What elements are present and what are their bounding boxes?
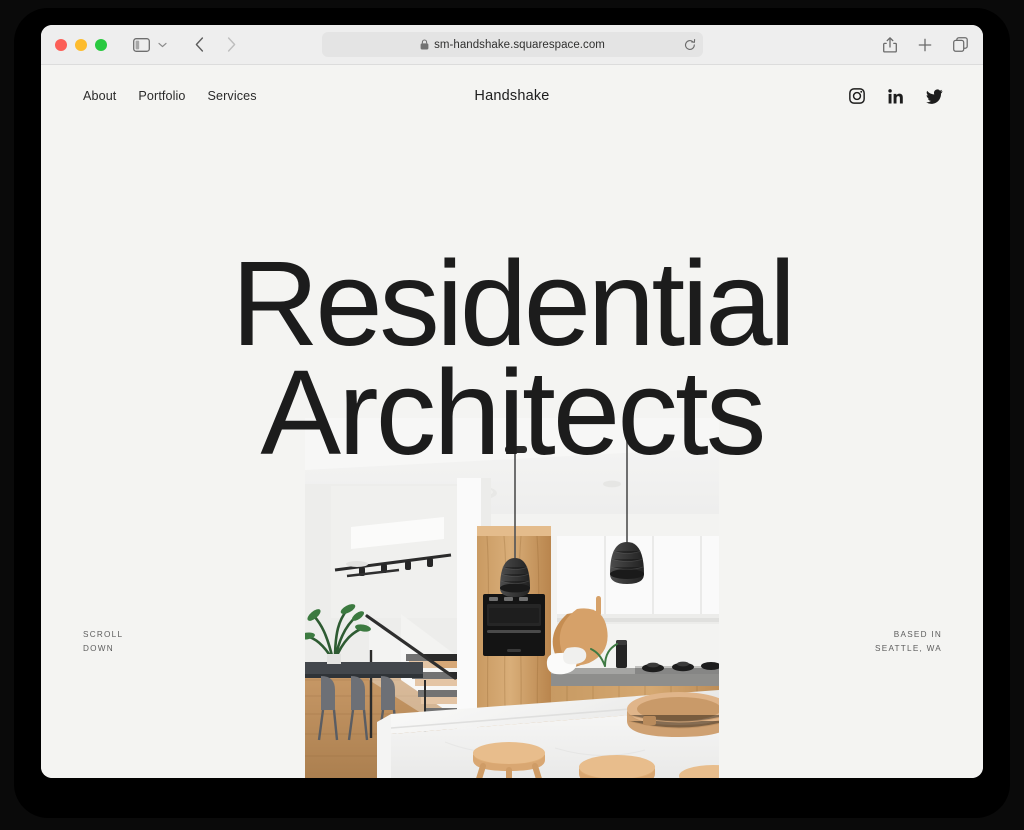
share-icon[interactable] (877, 32, 903, 58)
linkedin-icon[interactable] (888, 88, 903, 104)
device-frame: sm-handshake.squarespace.com About Portf… (0, 0, 1024, 830)
instagram-icon[interactable] (849, 88, 865, 104)
fullscreen-window-button[interactable] (95, 38, 107, 51)
sidebar-icon[interactable] (128, 32, 154, 58)
scroll-down-caption: SCROLL DOWN (83, 628, 123, 655)
location-caption: BASED IN SEATTLE, WA (875, 628, 942, 655)
site-logo-title[interactable]: Handshake (41, 88, 983, 104)
reload-icon[interactable] (684, 38, 696, 51)
scroll-caption-line-2: DOWN (83, 643, 114, 653)
scroll-caption-line-1: SCROLL (83, 630, 124, 639)
toolbar-left-controls (107, 32, 244, 58)
window-traffic-lights (55, 38, 107, 51)
url-text: sm-handshake.squarespace.com (434, 38, 605, 51)
chevron-down-icon[interactable] (154, 32, 170, 58)
minimize-window-button[interactable] (75, 38, 87, 51)
plus-icon[interactable] (912, 32, 938, 58)
forward-button[interactable] (218, 32, 244, 58)
lock-icon (420, 39, 429, 50)
hero-image[interactable] (305, 418, 719, 778)
twitter-icon[interactable] (926, 88, 943, 104)
browser-window: sm-handshake.squarespace.com About Portf… (41, 25, 983, 778)
headline-line-1: Residential (231, 235, 796, 372)
site-header: About Portfolio Services Handshake (41, 65, 983, 127)
location-caption-line-1: BASED IN (893, 630, 942, 639)
close-window-button[interactable] (55, 38, 67, 51)
tab-overview-icon[interactable] (947, 32, 973, 58)
toolbar-right-controls (877, 25, 973, 64)
location-caption-line-2: SEATTLE, WA (875, 643, 942, 653)
back-button[interactable] (186, 32, 212, 58)
address-bar[interactable]: sm-handshake.squarespace.com (322, 32, 703, 57)
website-content: About Portfolio Services Handshake Resid… (41, 65, 983, 778)
social-links (849, 88, 943, 104)
browser-toolbar: sm-handshake.squarespace.com (41, 25, 983, 65)
